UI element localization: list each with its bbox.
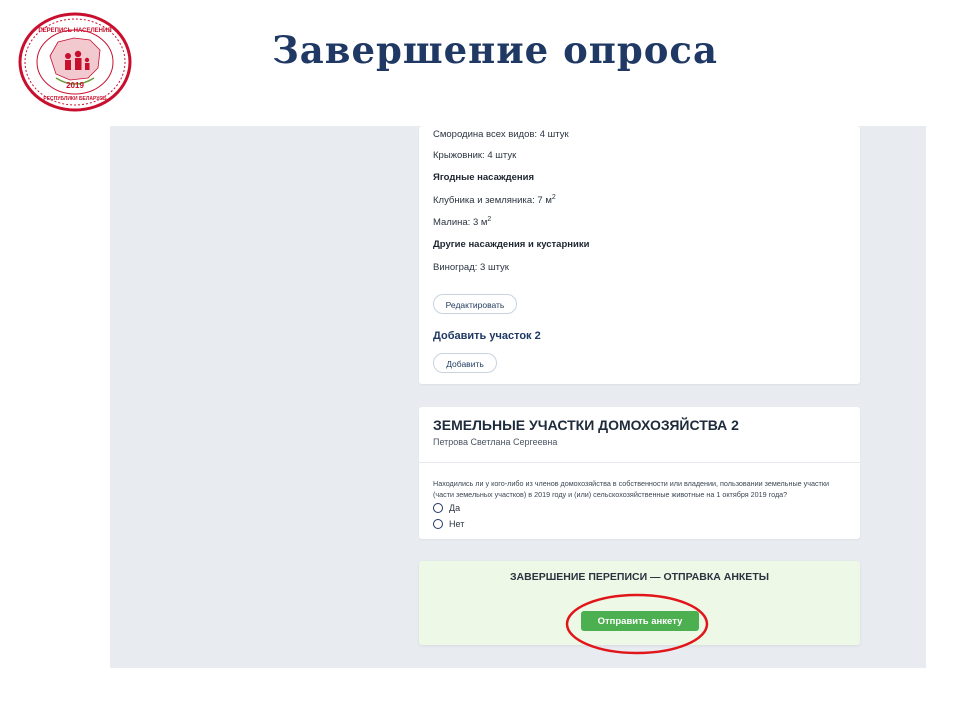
option-yes-label: Да bbox=[449, 503, 461, 513]
household-land-card: ЗЕМЕЛЬНЫЕ УЧАСТКИ ДОМОХОЗЯЙСТВА 2 Петров… bbox=[419, 407, 860, 539]
divider bbox=[419, 462, 860, 463]
add-plot-heading: Добавить участок 2 bbox=[433, 330, 541, 342]
respondent-name: Петрова Светлана Сергеевна bbox=[433, 437, 558, 447]
svg-text:2019: 2019 bbox=[66, 81, 84, 90]
plot-row: Малина: 3 м2 bbox=[433, 216, 492, 228]
household-card-title: ЗЕМЕЛЬНЫЕ УЧАСТКИ ДОМОХОЗЯЙСТВА 2 bbox=[433, 417, 739, 433]
plot-row: Смородина всех видов: 4 штук bbox=[433, 129, 569, 140]
radio-no[interactable] bbox=[433, 519, 443, 529]
add-button[interactable]: Добавить bbox=[433, 353, 497, 373]
questionnaire-screenshot: Смородина всех видов: 4 штук Крыжовник: … bbox=[110, 126, 926, 668]
option-no-label: Нет bbox=[449, 519, 465, 529]
plot-row: Крыжовник: 4 штук bbox=[433, 150, 517, 161]
plot-section-heading: Другие насаждения и кустарники bbox=[433, 239, 590, 250]
radio-yes[interactable] bbox=[433, 503, 443, 513]
plot-row: Клубника и земляника: 7 м2 bbox=[433, 194, 556, 206]
svg-text:РЕСПУБЛИКИ БЕЛАРУСЬ: РЕСПУБЛИКИ БЕЛАРУСЬ bbox=[43, 96, 107, 102]
edit-button[interactable]: Редактировать bbox=[433, 294, 517, 314]
option-no[interactable]: Нет bbox=[433, 518, 464, 530]
land-question: Находились ли у кого-либо из членов домо… bbox=[433, 479, 830, 499]
highlight-ellipse bbox=[565, 593, 709, 655]
land-plot-card: Смородина всех видов: 4 штук Крыжовник: … bbox=[419, 126, 860, 384]
option-yes[interactable]: Да bbox=[433, 502, 460, 514]
plot-row: Виноград: 3 штук bbox=[433, 262, 509, 273]
plot-section-heading: Ягодные насаждения bbox=[433, 172, 535, 183]
slide-title: Завершение опроса bbox=[272, 28, 718, 72]
finish-card-title: ЗАВЕРШЕНИЕ ПЕРЕПИСИ — ОТПРАВКА АНКЕТЫ bbox=[509, 571, 770, 583]
